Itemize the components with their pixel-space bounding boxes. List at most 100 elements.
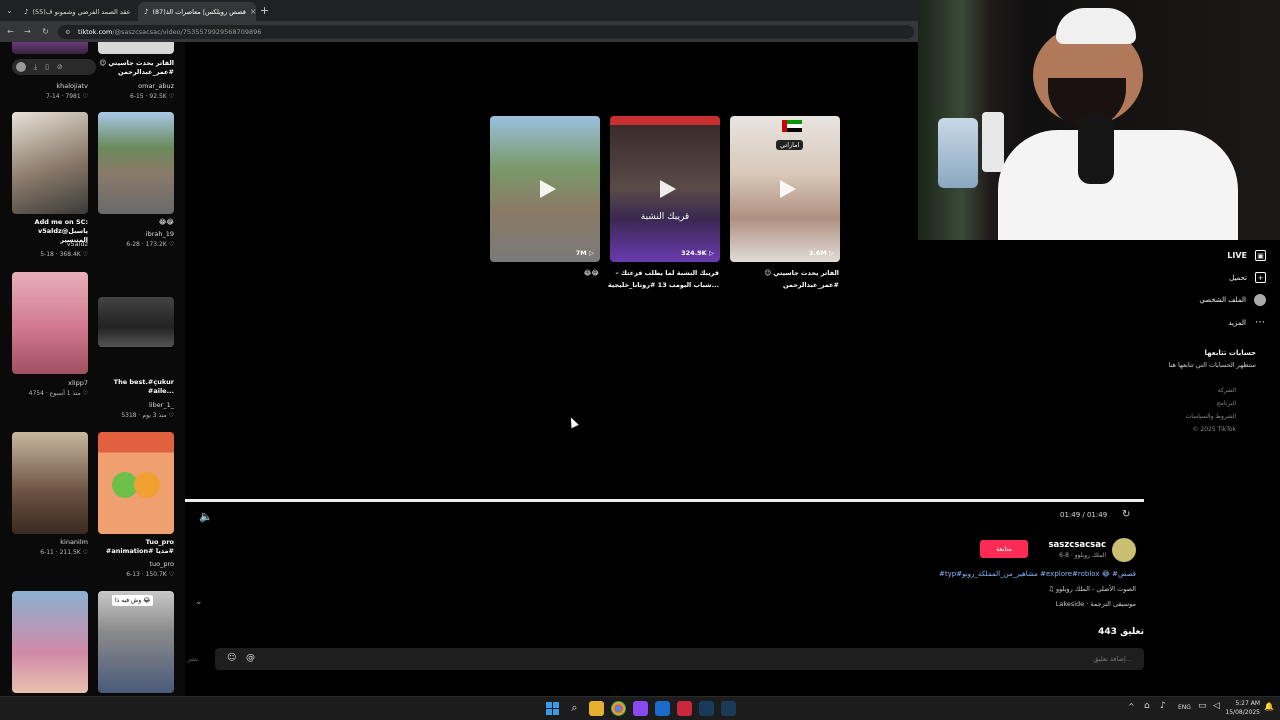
footer-link[interactable]: البرنامج <box>1150 400 1236 407</box>
browser-tab[interactable]: ♪ (55)عقد الصمد الفرضي وشمونو ف × <box>18 2 136 21</box>
avatar <box>1254 294 1266 306</box>
uae-flag-icon <box>782 120 802 132</box>
post-hashtags[interactable]: #typ#مشاهير_من_المملكة_روبو #explore#rob… <box>860 570 1136 578</box>
sidebar-item-upload[interactable]: تحميل + <box>1170 272 1266 283</box>
follow-button[interactable]: متابعة <box>980 540 1028 558</box>
video-thumbnail[interactable] <box>98 112 174 214</box>
video-thumbnail[interactable] <box>98 42 174 54</box>
video-username[interactable]: xlipp7 <box>12 379 88 387</box>
view-count: 7M ▷ <box>575 249 594 257</box>
video-meta: 7-14 · 7981 ♡ <box>46 93 88 100</box>
sidebar-item-label: LIVE <box>1227 251 1247 260</box>
author-avatar[interactable] <box>1112 538 1136 562</box>
video-thumbnail[interactable] <box>12 42 88 54</box>
video-meta: منذ 1 أسبوع · 4754 ♡ <box>28 390 88 397</box>
chevron-down-icon[interactable]: ⌄ <box>195 597 203 607</box>
sidebar-item-label: الملف الشخصي <box>1199 296 1246 304</box>
search-icon[interactable]: ⌕ <box>567 701 582 716</box>
related-video-card[interactable]: اماراتي 3.6M ▷ <box>730 116 840 262</box>
new-tab-button[interactable]: + <box>258 4 271 17</box>
tab-menu-icon[interactable]: ⌄ <box>3 4 16 17</box>
outlook-icon[interactable] <box>655 701 670 716</box>
browser-tab-active[interactable]: ♪ (87)قصص روبلكس| معاصرات الذ × <box>138 2 256 21</box>
footer-link[interactable]: الشروط والسياسات <box>1150 413 1236 420</box>
steam-icon[interactable] <box>699 701 714 716</box>
display-icon[interactable]: ▭ <box>1198 701 1207 711</box>
video-username[interactable]: tuo_pro <box>98 560 174 568</box>
app-icon[interactable] <box>677 701 692 716</box>
comment-placeholder: إضافة تعليق... <box>1093 655 1132 663</box>
notification-icon[interactable]: 🔔 <box>1264 702 1274 711</box>
tiktok-icon: ♪ <box>24 7 29 16</box>
upload-icon: + <box>1255 272 1266 283</box>
app-icon[interactable] <box>633 701 648 716</box>
tab-title: (55)عقد الصمد الفرضي وشمونو ف <box>32 7 131 16</box>
following-title: حسابات تتابعها <box>1204 349 1256 357</box>
block-icon[interactable]: ⊘ <box>57 63 63 71</box>
streamer-shirt <box>998 130 1238 240</box>
clock-time[interactable]: 5:27 AM <box>1226 700 1260 707</box>
post-comment-button[interactable]: نشر <box>187 655 198 663</box>
windows-taskbar: ⌕ ^ ⌂ ♪ ENG ▭ ◁ 5:27 AM 15/08/2025 🔔 <box>0 696 1280 720</box>
url-field[interactable]: ⚙ tiktok.com/@saszcsacsac/video/75355799… <box>58 25 914 39</box>
microphone <box>1078 114 1114 184</box>
view-count: 3.6M ▷ <box>808 249 834 257</box>
time-display: 01:49 / 01:49 <box>1060 511 1108 519</box>
address-bar: ← → ↻ ⚙ tiktok.com/@saszcsacsac/video/75… <box>0 21 918 42</box>
browser-tab-bar: ⌄ ♪ (55)عقد الصمد الفرضي وشمونو ف × ♪ (8… <box>0 0 918 21</box>
video-thumbnail[interactable] <box>12 432 88 534</box>
mention-icon[interactable]: @ <box>246 653 255 663</box>
volume-icon[interactable]: ◁ <box>1213 701 1220 711</box>
video-thumbnail[interactable] <box>12 272 88 374</box>
video-username[interactable]: ibrah_19 <box>98 230 174 238</box>
back-icon[interactable]: ← <box>4 25 17 38</box>
close-icon[interactable]: × <box>134 7 136 16</box>
comments-count: 443 تعليق <box>1098 627 1144 637</box>
video-thumbnail[interactable] <box>12 591 88 693</box>
post-sound[interactable]: ♫ الصوت الأصلي - الملك روبلوو <box>900 585 1136 593</box>
following-subtitle: ستظهر الحسابات التي تتابعها هنا <box>1168 361 1256 369</box>
download-icon[interactable]: ⤓ <box>34 63 37 72</box>
mouse-cursor <box>567 415 579 429</box>
video-username[interactable]: v5aldz <box>12 240 88 248</box>
clock-date[interactable]: 15/08/2025 <box>1220 709 1260 716</box>
emoji-icon[interactable]: ☺ <box>227 653 236 663</box>
sidebar-item-live[interactable]: LIVE ▣ <box>1170 250 1266 261</box>
related-video-card[interactable]: قريبك النشبة 324.9K ▷ <box>610 116 720 262</box>
video-thumbnail[interactable] <box>98 432 174 534</box>
sidebar-item-profile[interactable]: الملف الشخصي <box>1170 294 1266 306</box>
windows-start-icon[interactable] <box>545 701 560 716</box>
video-thumbnail[interactable]: وش فيه ذا 😂 <box>98 591 174 693</box>
video-thumbnail[interactable] <box>98 297 174 347</box>
language-indicator[interactable]: ENG <box>1178 704 1191 711</box>
file-explorer-icon[interactable] <box>589 701 604 716</box>
related-video-caption: 😂😂 <box>583 269 599 277</box>
video-username[interactable]: liber_1_ <box>98 401 174 409</box>
animation-character <box>134 472 160 498</box>
close-icon[interactable]: × <box>250 7 256 16</box>
footer-link[interactable]: الشركة <box>1150 387 1236 394</box>
related-video-card[interactable]: 7M ▷ <box>490 116 600 262</box>
reload-icon[interactable]: ↻ <box>39 25 52 38</box>
chrome-icon[interactable] <box>611 701 626 716</box>
steam-icon[interactable] <box>721 701 736 716</box>
sidebar-item-more[interactable]: المزيد ⋯ <box>1170 317 1266 328</box>
comment-input[interactable]: ☺ @ إضافة تعليق... <box>215 648 1144 670</box>
microphone-icon[interactable]: ♪ <box>1160 701 1166 711</box>
video-thumbnail[interactable] <box>12 112 88 214</box>
avatar[interactable] <box>16 62 26 72</box>
video-username[interactable]: kinanilm <box>12 538 88 546</box>
post-music[interactable]: Lakeside · موسيقى الترجمة <box>900 600 1136 608</box>
network-icon[interactable]: ⌂ <box>1144 701 1150 711</box>
volume-icon[interactable]: 🔈 <box>199 510 213 523</box>
url-path: /@saszcsacsac/video/7535579929568709896 <box>112 28 262 36</box>
site-info-icon[interactable]: ⚙ <box>65 29 70 36</box>
video-username[interactable]: omar_abuz <box>98 82 174 90</box>
video-username[interactable]: khalojiatv <box>12 82 88 90</box>
replay-icon[interactable]: ↻ <box>1122 509 1130 520</box>
progress-track[interactable] <box>185 499 1144 502</box>
phone-icon[interactable]: ▯ <box>45 63 49 71</box>
video-caption: 😂😂 <box>158 218 174 226</box>
forward-icon[interactable]: → <box>21 25 34 38</box>
chevron-up-icon[interactable]: ^ <box>1128 702 1135 711</box>
